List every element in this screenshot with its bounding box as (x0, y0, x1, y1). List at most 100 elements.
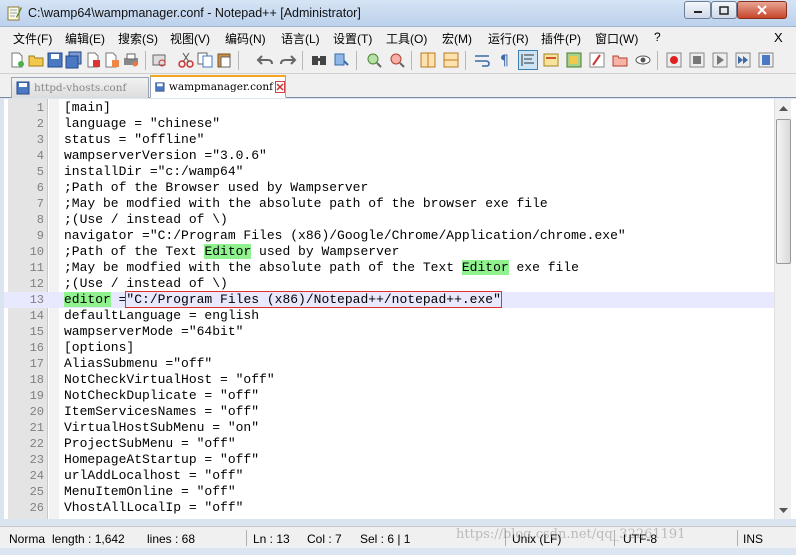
maximize-button[interactable] (711, 1, 737, 19)
menu-settings[interactable]: 设置(T) (333, 30, 372, 47)
line-number: 7 (36, 197, 44, 211)
text-segment: navigator ="C:/Program Files (x86)/Googl… (64, 228, 626, 243)
menu-encoding[interactable]: 编码(N) (225, 30, 266, 47)
code-line[interactable]: 13 editor ="C:/Program Files (x86)/Notepa… (4, 291, 774, 308)
menu-run[interactable]: 运行(R) (488, 30, 529, 47)
cut-icon[interactable] (177, 51, 195, 69)
print-preview-icon[interactable] (150, 51, 168, 69)
text-segment: [main] (64, 100, 111, 115)
menu-view[interactable]: 视图(V) (170, 30, 210, 47)
save-icon[interactable] (46, 51, 64, 69)
menu-help[interactable]: ? (654, 30, 661, 44)
code-line[interactable]: 20 ItemServicesNames = "off" (4, 404, 774, 420)
line-text: NotCheckVirtualHost = "off" (64, 372, 275, 388)
redo-icon[interactable] (279, 51, 297, 69)
code-line[interactable]: 12 ;(Use / instead of \) (4, 276, 774, 292)
tab-httpd-vhosts[interactable]: httpd-vhosts.conf (11, 77, 149, 98)
line-text: ;Path of the Text Editor used by Wampser… (64, 244, 399, 260)
close-all-icon[interactable] (103, 51, 121, 69)
text-segment: defaultLanguage = english (64, 308, 260, 323)
code-line[interactable]: 23 HomepageAtStartup = "off" (4, 452, 774, 468)
code-lines[interactable]: 1 [main] 2 language = "chinese" 3 status = "o… (4, 100, 774, 516)
scroll-up-button[interactable] (775, 99, 792, 116)
tab-wampmanager[interactable]: wampmanager.conf (150, 75, 286, 98)
indent-guide-icon[interactable] (518, 50, 538, 70)
line-number: 15 (29, 325, 44, 339)
code-line[interactable]: 8 ;(Use / instead of \) (4, 212, 774, 228)
scroll-down-button[interactable] (775, 502, 792, 519)
code-line[interactable]: 5 installDir ="c:/wamp64" (4, 164, 774, 180)
text-segment: MenuItemOnline = "off" (64, 484, 236, 499)
code-line[interactable]: 24 urlAddLocalhost = "off" (4, 468, 774, 484)
code-line[interactable]: 17 AliasSubmenu ="off" (4, 356, 774, 372)
text-segment: ;May be modfied with the absolute path o… (64, 196, 548, 211)
open-file-icon[interactable] (27, 51, 45, 69)
folder-workspace-icon[interactable] (611, 51, 629, 69)
code-line[interactable]: 21 VirtualHostSubMenu = "on" (4, 420, 774, 436)
monitor-icon[interactable] (634, 51, 652, 69)
undo-icon[interactable] (256, 51, 274, 69)
menu-language[interactable]: 语言(L) (281, 30, 320, 47)
close-file-icon[interactable] (84, 51, 102, 69)
sync-vertical-icon[interactable] (419, 51, 437, 69)
code-line[interactable]: 18 NotCheckVirtualHost = "off" (4, 372, 774, 388)
save-all-icon[interactable] (65, 51, 83, 69)
code-line[interactable]: 4 wampserverVersion ="3.0.6" (4, 148, 774, 164)
sync-horizontal-icon[interactable] (442, 51, 460, 69)
close-document-button[interactable]: X (774, 30, 783, 45)
menu-macro[interactable]: 宏(M) (442, 30, 472, 47)
menu-plugins[interactable]: 插件(P) (541, 30, 581, 47)
line-number: 23 (29, 453, 44, 467)
play-macro-icon[interactable] (711, 51, 729, 69)
stop-macro-icon[interactable] (688, 51, 706, 69)
tab-close-button[interactable] (275, 81, 285, 93)
word-wrap-icon[interactable] (473, 51, 491, 69)
code-line[interactable]: 6 ;Path of the Browser used by Wampserver (4, 180, 774, 196)
window-title: C:\wamp64\wampmanager.conf - Notepad++ [… (28, 6, 361, 20)
run-macro-multiple-icon[interactable] (734, 51, 752, 69)
copy-icon[interactable] (196, 51, 214, 69)
record-macro-icon[interactable] (665, 51, 683, 69)
code-line[interactable]: 14 defaultLanguage = english (4, 308, 774, 324)
save-macro-icon[interactable] (757, 51, 775, 69)
print-icon[interactable] (122, 51, 140, 69)
code-line[interactable]: 9 navigator ="C:/Program Files (x86)/Goog… (4, 228, 774, 244)
zoom-out-icon[interactable] (388, 51, 406, 69)
line-number: 1 (36, 101, 44, 115)
code-line[interactable]: 22 ProjectSubMenu = "off" (4, 436, 774, 452)
code-line[interactable]: 3 status = "offline" (4, 132, 774, 148)
find-icon[interactable] (310, 51, 328, 69)
menu-search[interactable]: 搜索(S) (118, 30, 158, 47)
code-line[interactable]: 10 ;Path of the Text Editor used by Wamps… (4, 244, 774, 260)
code-line[interactable]: 16 [options] (4, 340, 774, 356)
code-line[interactable]: 1 [main] (4, 100, 774, 116)
toolbar-separator (465, 51, 466, 70)
code-line[interactable]: 25 MenuItemOnline = "off" (4, 484, 774, 500)
show-all-chars-icon[interactable]: ¶ (496, 51, 514, 69)
scrollbar-thumb[interactable] (776, 119, 791, 264)
code-line[interactable]: 19 NotCheckDuplicate = "off" (4, 388, 774, 404)
notepad-app-icon (7, 6, 22, 21)
code-line[interactable]: 7 ;May be modfied with the absolute path … (4, 196, 774, 212)
menu-tools[interactable]: 工具(O) (386, 30, 427, 47)
zoom-in-icon[interactable] (365, 51, 383, 69)
code-line[interactable]: 11 ;May be modfied with the absolute path… (4, 260, 774, 276)
udl-icon[interactable] (542, 51, 560, 69)
vertical-scrollbar[interactable] (774, 99, 791, 519)
paste-icon[interactable] (215, 51, 233, 69)
code-line[interactable]: 15 wampserverMode ="64bit" (4, 324, 774, 340)
code-line[interactable]: 26 VhostAllLocalIp = "off" (4, 500, 774, 516)
minimize-button[interactable] (684, 1, 711, 19)
menu-window[interactable]: 窗口(W) (595, 30, 638, 47)
line-text: [options] (64, 340, 134, 356)
code-line[interactable]: 2 language = "chinese" (4, 116, 774, 132)
replace-icon[interactable] (333, 51, 351, 69)
close-window-button[interactable] (737, 1, 787, 19)
editor-area[interactable]: 1 [main] 2 language = "chinese" 3 status = "o… (0, 99, 796, 519)
menu-file[interactable]: 文件(F) (13, 30, 52, 47)
function-list-icon[interactable] (588, 51, 606, 69)
menu-edit[interactable]: 编辑(E) (65, 30, 105, 47)
new-file-icon[interactable] (8, 51, 26, 69)
line-text: installDir ="c:/wamp64" (64, 164, 243, 180)
doc-map-icon[interactable] (565, 51, 583, 69)
